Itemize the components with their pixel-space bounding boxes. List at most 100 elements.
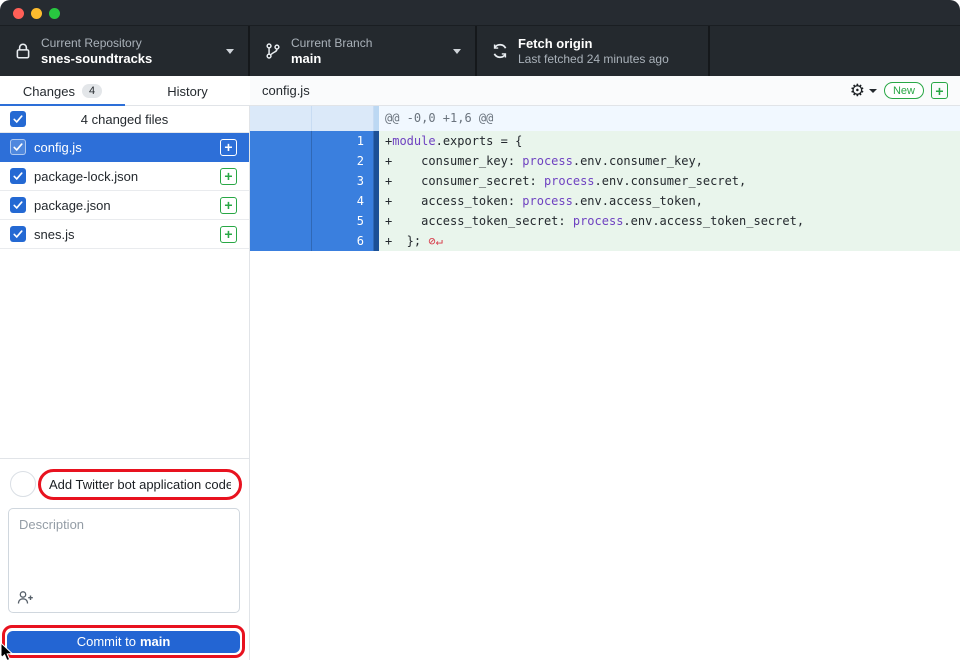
- file-checkbox[interactable]: [10, 226, 26, 242]
- files-header-row: 4 changed files: [0, 106, 249, 133]
- gear-icon: ⚙: [850, 82, 865, 99]
- file-row[interactable]: package-lock.json+: [0, 162, 249, 191]
- file-checkbox[interactable]: [10, 197, 26, 213]
- new-badge: New: [884, 82, 924, 99]
- file-row[interactable]: config.js+: [0, 133, 249, 162]
- file-checkbox[interactable]: [10, 139, 26, 155]
- commit-button[interactable]: Commit to main: [7, 631, 240, 653]
- current-repository-dropdown[interactable]: Current Repository snes-soundtracks: [0, 26, 250, 76]
- commit-description-input[interactable]: [9, 509, 239, 612]
- hunk-gutter-new: [312, 106, 374, 131]
- diff-gutter-old[interactable]: [250, 131, 312, 151]
- diff-gutter-old[interactable]: [250, 191, 312, 211]
- fetch-origin-sublabel: Last fetched 24 minutes ago: [518, 52, 669, 67]
- commit-button-prefix: Commit to: [77, 634, 136, 649]
- code-segment: + access_token:: [385, 194, 522, 208]
- code-segment: ⊘: [428, 234, 435, 248]
- lock-icon: [14, 42, 32, 60]
- file-name: snes.js: [34, 227, 220, 242]
- file-checkbox[interactable]: [10, 168, 26, 184]
- current-repository-label: Current Repository: [41, 36, 152, 51]
- check-icon: [13, 171, 23, 181]
- file-plus-icon[interactable]: +: [220, 168, 237, 185]
- sync-icon: [491, 42, 509, 60]
- select-all-checkbox[interactable]: [10, 111, 26, 127]
- mouse-cursor: [0, 643, 17, 660]
- diff-code-text: + consumer_secret: process.env.consumer_…: [379, 171, 960, 191]
- annotation-highlight-summary: [38, 469, 242, 500]
- commit-panel: Commit to main: [0, 458, 250, 660]
- current-branch-label: Current Branch: [291, 36, 372, 51]
- file-row[interactable]: package.json+: [0, 191, 249, 220]
- code-segment: .exports = {: [436, 134, 523, 148]
- diff-line[interactable]: 1+module.exports = {: [250, 131, 960, 151]
- file-name: package.json: [34, 198, 220, 213]
- diff-file-header: config.js ⚙ New +: [250, 76, 960, 106]
- code-segment: .env.access_token_secret,: [623, 214, 804, 228]
- check-icon: [13, 229, 23, 239]
- chevron-down-icon: [226, 49, 234, 54]
- current-branch-dropdown[interactable]: Current Branch main: [250, 26, 477, 76]
- tab-changes[interactable]: Changes 4: [0, 76, 125, 106]
- diff-gutter-old[interactable]: [250, 231, 312, 251]
- file-plus-icon[interactable]: +: [220, 139, 237, 156]
- toolbar: Current Repository snes-soundtracks Curr…: [0, 26, 960, 76]
- annotation-highlight-commit-button: Commit to main: [2, 625, 245, 658]
- code-segment: + consumer_key:: [385, 154, 522, 168]
- zoom-window-button[interactable]: [49, 8, 60, 19]
- diff-gutter-new[interactable]: 3: [312, 171, 374, 191]
- changes-count-badge: 4: [82, 84, 102, 98]
- sidebar-tabs: Changes 4 History: [0, 76, 250, 106]
- diff-code-text: +module.exports = {: [379, 131, 960, 151]
- file-name: config.js: [34, 140, 220, 155]
- chevron-down-icon: [453, 49, 461, 54]
- diff-gutter-old[interactable]: [250, 151, 312, 171]
- diff-gutter-new[interactable]: 4: [312, 191, 374, 211]
- diff-file-name: config.js: [262, 83, 310, 98]
- fetch-origin-label: Fetch origin: [518, 36, 669, 52]
- diff-line[interactable]: 3+ consumer_secret: process.env.consumer…: [250, 171, 960, 191]
- code-segment: process: [522, 154, 573, 168]
- tab-row: Changes 4 History config.js ⚙ New +: [0, 76, 960, 106]
- avatar: [10, 471, 36, 497]
- commit-summary-input[interactable]: [49, 477, 231, 492]
- code-segment: + access_token_secret:: [385, 214, 573, 228]
- git-branch-icon: [264, 42, 282, 60]
- diff-gutter-old[interactable]: [250, 171, 312, 191]
- file-plus-icon[interactable]: +: [220, 226, 237, 243]
- code-segment: process: [522, 194, 573, 208]
- diff-gutter-new[interactable]: 1: [312, 131, 374, 151]
- diff-code-text: + }; ⊘↵: [379, 231, 960, 251]
- diff-options-button[interactable]: ⚙: [850, 82, 877, 99]
- code-segment: module: [392, 134, 435, 148]
- diff-line[interactable]: 6+ }; ⊘↵: [250, 231, 960, 251]
- diff-gutter-new[interactable]: 6: [312, 231, 374, 251]
- close-window-button[interactable]: [13, 8, 24, 19]
- app-window: Current Repository snes-soundtracks Curr…: [0, 0, 960, 660]
- diff-gutter-new[interactable]: 2: [312, 151, 374, 171]
- diff-line[interactable]: 4+ access_token: process.env.access_toke…: [250, 191, 960, 211]
- titlebar: [0, 0, 960, 26]
- code-segment: process: [544, 174, 595, 188]
- check-icon: [13, 114, 23, 124]
- file-row[interactable]: snes.js+: [0, 220, 249, 249]
- commit-button-branch: main: [140, 634, 170, 649]
- code-segment: ↵: [436, 234, 443, 248]
- tab-history[interactable]: History: [125, 76, 250, 106]
- add-coauthor-icon[interactable]: [17, 590, 34, 605]
- fetch-origin-button[interactable]: Fetch origin Last fetched 24 minutes ago: [477, 26, 710, 76]
- diff-line[interactable]: 2+ consumer_key: process.env.consumer_ke…: [250, 151, 960, 171]
- current-branch-value: main: [291, 51, 372, 67]
- hunk-gutter-old: [250, 106, 312, 131]
- diff-gutter-new[interactable]: 5: [312, 211, 374, 231]
- diff-line[interactable]: 5+ access_token_secret: process.env.acce…: [250, 211, 960, 231]
- changed-files-count: 4 changed files: [0, 112, 249, 127]
- check-icon: [13, 142, 23, 152]
- code-segment: + };: [385, 234, 428, 248]
- file-plus-icon[interactable]: +: [220, 197, 237, 214]
- code-segment: process: [573, 214, 624, 228]
- diff-gutter-old[interactable]: [250, 211, 312, 231]
- expand-diff-plus-icon[interactable]: +: [931, 82, 948, 99]
- minimize-window-button[interactable]: [31, 8, 42, 19]
- diff-code-text: + access_token_secret: process.env.acces…: [379, 211, 960, 231]
